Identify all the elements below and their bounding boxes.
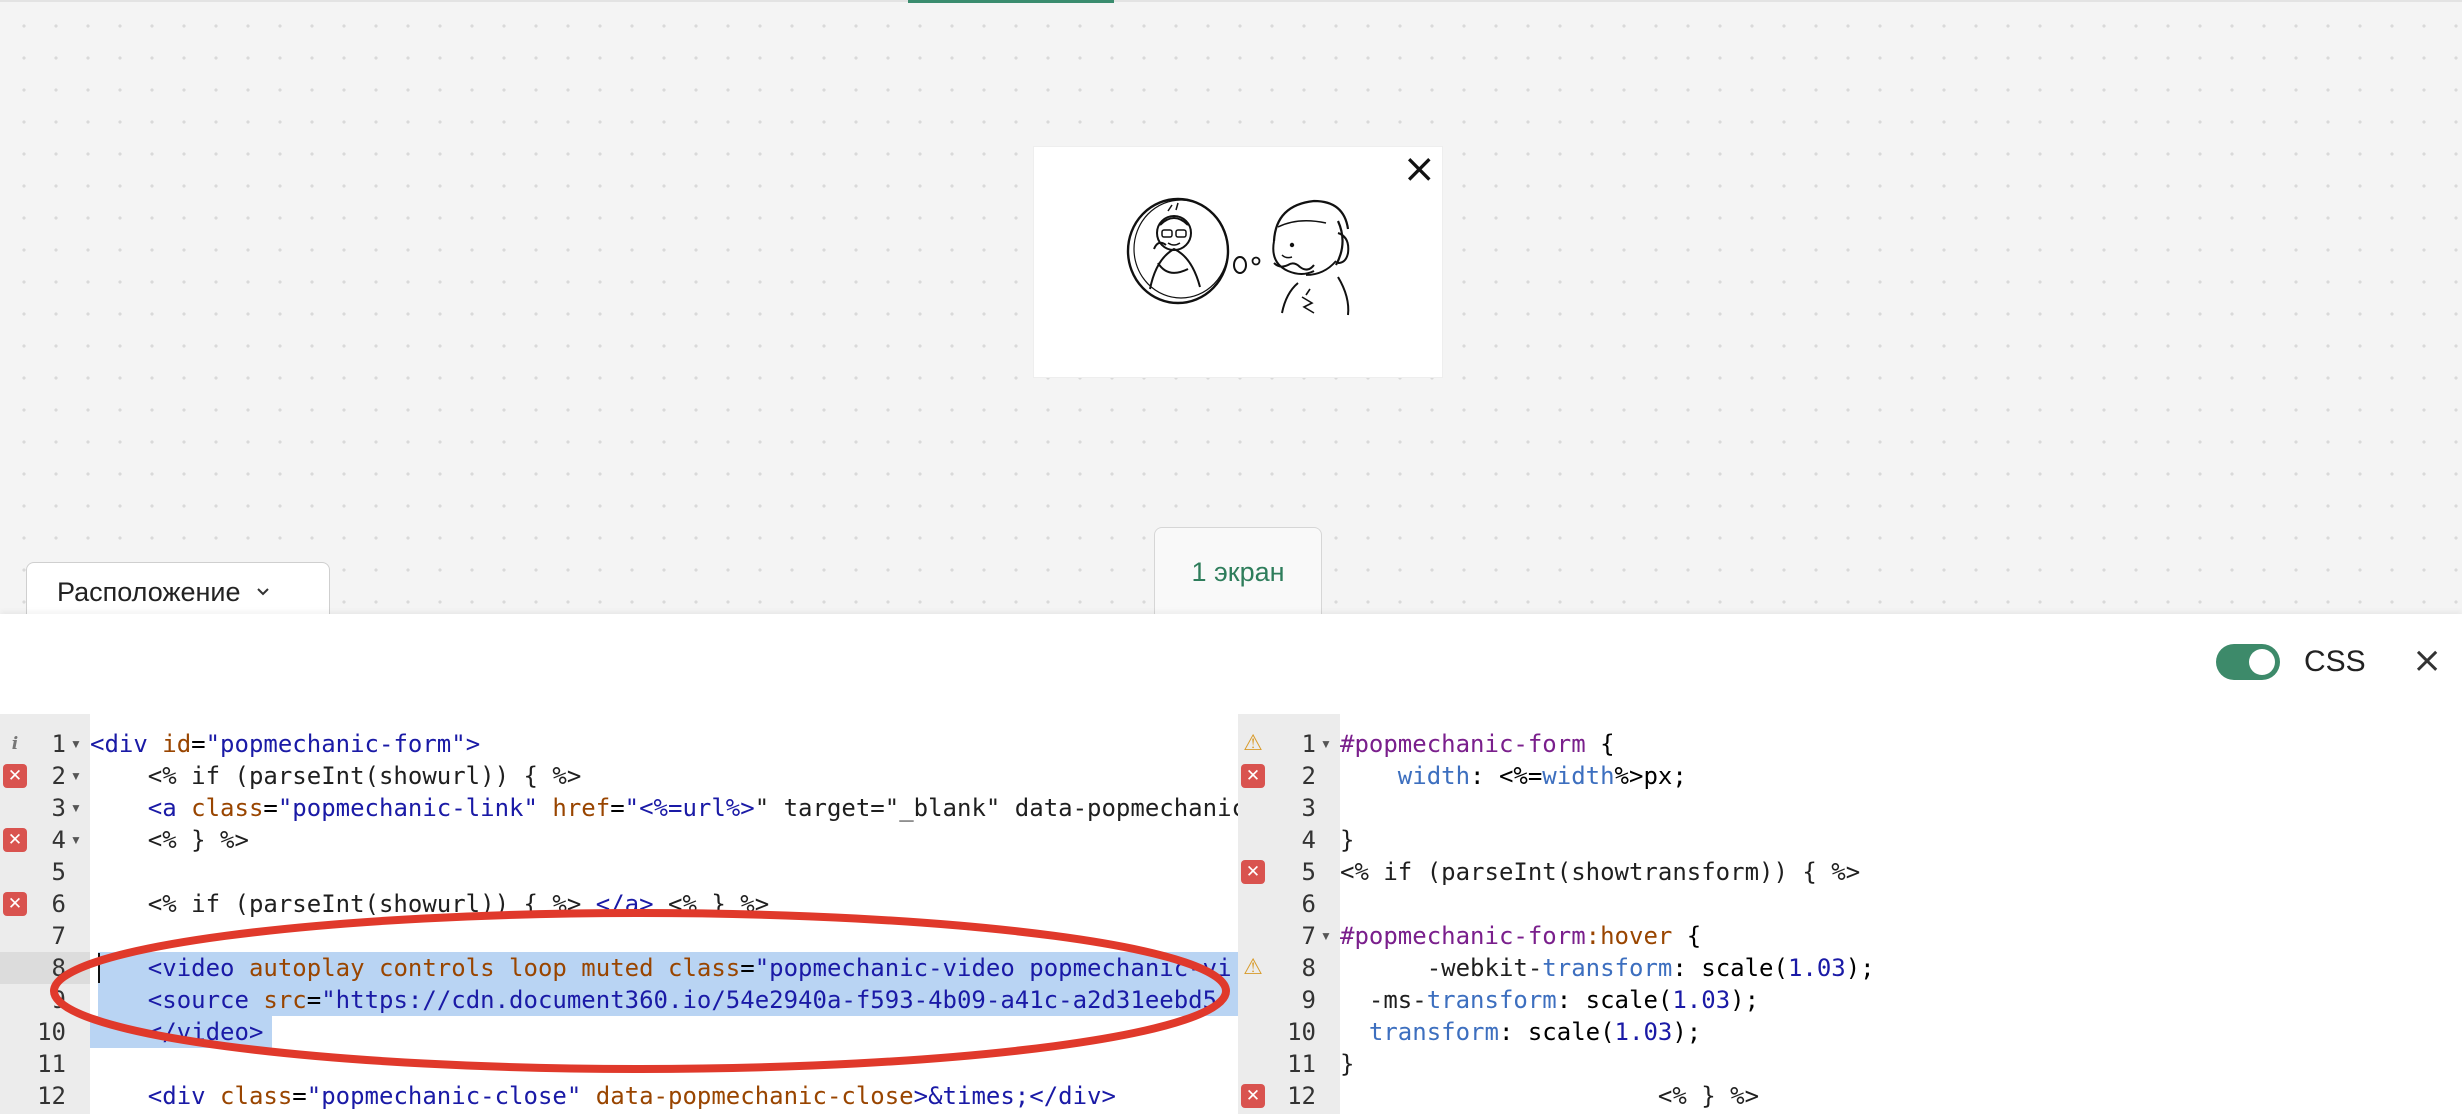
code-line[interactable]: <div class="popmechanic-close" data-popm…: [90, 1080, 1238, 1112]
html-code-area[interactable]: <div id="popmechanic-form"> <% if (parse…: [90, 714, 1238, 1114]
code-line[interactable]: <video autoplay controls loop muted clas…: [90, 952, 1238, 984]
code-line[interactable]: <% } %>: [90, 824, 1238, 856]
line-number: 11: [37, 1050, 66, 1078]
layout-dropdown-label: Расположение: [57, 577, 241, 607]
fold-arrow-icon[interactable]: ▼: [70, 728, 82, 760]
popup-preview[interactable]: ×: [1034, 147, 1442, 377]
error-icon: ✕: [1241, 1084, 1265, 1108]
layout-dropdown[interactable]: Расположение: [26, 562, 330, 622]
error-icon: ✕: [3, 828, 27, 852]
css-toggle[interactable]: [2216, 644, 2280, 680]
line-number: 4: [51, 826, 66, 854]
text-cursor: [98, 953, 100, 983]
code-line[interactable]: <a class="popmechanic-link" href="<%=url…: [90, 792, 1238, 824]
code-line[interactable]: <% if (parseInt(showurl)) { %>: [90, 760, 1238, 792]
code-line[interactable]: [1340, 792, 2462, 824]
toggle-knob: [2249, 649, 2275, 675]
code-line[interactable]: <source src="https://cdn.document360.io/…: [90, 984, 1238, 1016]
code-line[interactable]: transform: scale(1.03);: [1340, 1016, 2462, 1048]
top-divider: [0, 0, 2462, 2]
css-code-area[interactable]: #popmechanic-form { width: <%=width%>px;…: [1340, 714, 2462, 1114]
panel-close-icon[interactable]: ×: [2412, 640, 2442, 681]
code-line[interactable]: [90, 920, 1238, 952]
html-editor-gutter: 1▼i2▼✕3▼4▼✕56✕78910111213: [0, 714, 90, 1114]
line-number: 12: [1287, 1082, 1316, 1110]
info-icon: i: [11, 734, 19, 754]
line-number: 2: [51, 762, 66, 790]
screen-tab[interactable]: 1 экран: [1154, 527, 1322, 617]
line-number: 8: [1301, 954, 1316, 982]
line-number: 5: [1301, 858, 1316, 886]
html-editor[interactable]: 1▼i2▼✕3▼4▼✕56✕78910111213 <div id="popme…: [0, 714, 1238, 1114]
line-number: 1: [1301, 730, 1316, 758]
line-number: 12: [37, 1082, 66, 1110]
code-line[interactable]: #popmechanic-form:hover {: [1340, 920, 2462, 952]
error-icon: ✕: [1241, 860, 1265, 884]
code-line[interactable]: [90, 1048, 1238, 1080]
code-line[interactable]: <% if (parseInt(showtransform)) { %>: [1340, 856, 2462, 888]
css-editor-gutter: 1▼⚠2✕345✕67▼8⚠9101112✕13: [1238, 714, 1340, 1114]
error-icon: ✕: [3, 892, 27, 916]
active-tab-indicator: [908, 0, 1114, 3]
popup-close-icon[interactable]: ×: [1402, 149, 1436, 189]
line-number: 4: [1301, 826, 1316, 854]
line-number: 10: [1287, 1018, 1316, 1046]
fold-arrow-icon[interactable]: ▼: [1320, 728, 1332, 760]
code-line[interactable]: <div id="popmechanic-form">: [90, 728, 1238, 760]
code-line[interactable]: -ms-transform: scale(1.03);: [1340, 984, 2462, 1016]
line-number: 8: [51, 954, 66, 982]
line-number: 9: [51, 986, 66, 1014]
code-line[interactable]: <% } %>: [1340, 1080, 2462, 1112]
line-number: 7: [51, 922, 66, 950]
support-illustration: [1126, 197, 1350, 316]
code-line[interactable]: #popmechanic-form {: [1340, 728, 2462, 760]
line-number: 7: [1301, 922, 1316, 950]
code-line[interactable]: -webkit-transform: scale(1.03);: [1340, 952, 2462, 984]
line-number: 9: [1301, 986, 1316, 1014]
line-number: 6: [1301, 890, 1316, 918]
fold-arrow-icon[interactable]: ▼: [70, 760, 82, 792]
css-editor[interactable]: 1▼⚠2✕345✕67▼8⚠9101112✕13 #popmechanic-fo…: [1238, 714, 2462, 1114]
line-number: 6: [51, 890, 66, 918]
code-line[interactable]: </video>: [90, 1016, 1238, 1048]
code-line[interactable]: [1340, 888, 2462, 920]
line-number: 3: [1301, 794, 1316, 822]
error-icon: ✕: [1241, 764, 1265, 788]
code-line[interactable]: [90, 856, 1238, 888]
fold-arrow-icon[interactable]: ▼: [70, 792, 82, 824]
line-number: 1: [51, 730, 66, 758]
code-line[interactable]: width: <%=width%>px;: [1340, 760, 2462, 792]
css-toggle-label: CSS: [2304, 645, 2366, 678]
code-line[interactable]: }: [1340, 1048, 2462, 1080]
chevron-down-icon: [255, 581, 271, 604]
line-number: 2: [1301, 762, 1316, 790]
line-number: 10: [37, 1018, 66, 1046]
code-line[interactable]: }: [1340, 824, 2462, 856]
warning-icon: ⚠: [1243, 731, 1263, 756]
fold-arrow-icon[interactable]: ▼: [70, 824, 82, 856]
code-line[interactable]: <% if (parseInt(showurl)) { %> </a> <% }…: [90, 888, 1238, 920]
fold-arrow-icon[interactable]: ▼: [1320, 920, 1332, 952]
code-editor-panel: CSS × 1▼i2▼✕3▼4▼✕56✕78910111213 <div id=…: [0, 614, 2462, 1114]
line-number: 3: [51, 794, 66, 822]
warning-icon: ⚠: [1243, 955, 1263, 980]
error-icon: ✕: [3, 764, 27, 788]
preview-canvas: × Расположение 1 экран: [0, 0, 2462, 622]
line-number: 11: [1287, 1050, 1316, 1078]
line-number: 5: [51, 858, 66, 886]
